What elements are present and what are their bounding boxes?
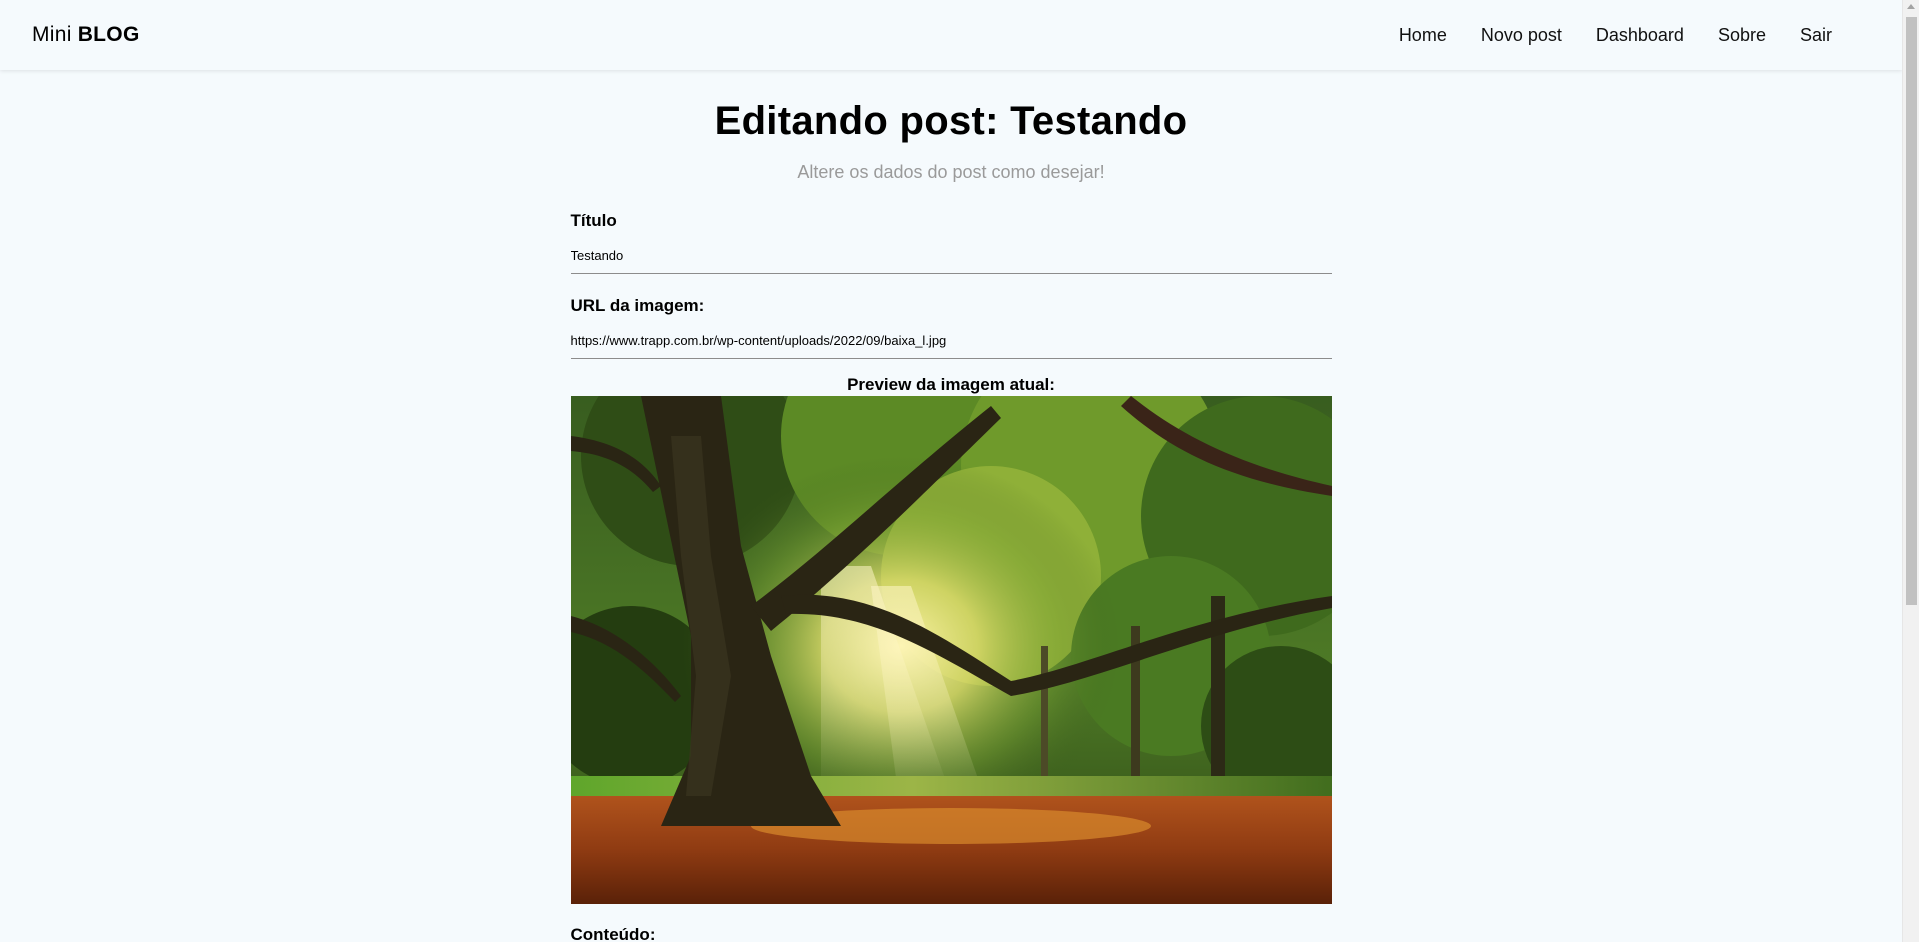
image-url-label: URL da imagem: (570, 296, 705, 315)
brand-light-text: Mini (32, 23, 72, 46)
nav-link-home[interactable]: Home (1382, 19, 1464, 52)
title-label: Título (570, 211, 617, 230)
scroll-thumb[interactable] (1906, 17, 1917, 605)
preview-label: Preview da imagem atual: (847, 375, 1055, 394)
nav-link-about[interactable]: Sobre (1701, 19, 1783, 52)
vertical-scrollbar[interactable] (1902, 0, 1919, 942)
nav-link-dashboard[interactable]: Dashboard (1579, 19, 1701, 52)
content-label: Conteúdo: (570, 925, 656, 942)
nav-link-new-post[interactable]: Novo post (1464, 19, 1579, 52)
scroll-up-arrow-icon[interactable] (1907, 4, 1915, 9)
nav-links: Home Novo post Dashboard Sobre Sair (1382, 19, 1832, 52)
main-content: Editando post: Testando Altere os dados … (0, 70, 1902, 942)
brand-bold-text: BLOG (77, 23, 140, 46)
navbar: Mini BLOG Home Novo post Dashboard Sobre… (0, 0, 1902, 70)
preview-image (570, 396, 1332, 904)
image-url-input[interactable] (570, 323, 1332, 359)
page: Mini BLOG Home Novo post Dashboard Sobre… (0, 0, 1919, 942)
nav-link-logout[interactable]: Sair (1783, 19, 1832, 52)
page-subtitle: Altere os dados do post como desejar! (797, 162, 1105, 182)
page-title: Editando post: Testando (714, 99, 1188, 143)
brand-logo[interactable]: Mini BLOG (32, 23, 140, 47)
title-input[interactable] (570, 238, 1332, 274)
edit-post-form: Título URL da imagem: Preview da imagem … (570, 210, 1332, 942)
